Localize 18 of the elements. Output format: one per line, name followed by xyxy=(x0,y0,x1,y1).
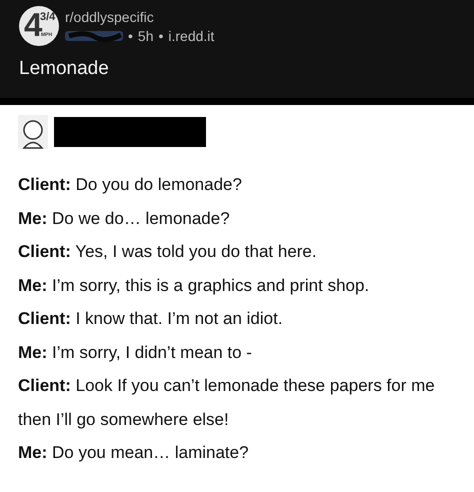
separator-dot: • xyxy=(158,28,164,44)
redaction-scribble xyxy=(65,28,123,42)
separator-dot: • xyxy=(128,28,133,44)
dialogue-line: Client: I know that. I’m not an idiot. xyxy=(18,308,284,330)
logo-fraction: 3/4 xyxy=(40,11,56,23)
avatar-icon xyxy=(18,115,48,149)
subreddit-name[interactable]: r/oddlyspecific xyxy=(65,8,214,24)
logo-number: 4 xyxy=(24,7,40,43)
dialogue-line: Client: Look If you can’t lemonade these papers for me then I’ll go somewhere else! xyxy=(18,375,436,430)
dialogue-line: Me: I’m sorry, this is a graphics and print shop. xyxy=(18,274,370,296)
dialogue-line: Client: Do you do lemonade? xyxy=(18,174,243,196)
post-age: 5h xyxy=(138,28,154,44)
post-title: Lemonade xyxy=(19,58,110,80)
dialogue-line: Me: Do we do… lemonade? xyxy=(18,208,231,230)
dialogue-line: Client: Yes, I was told you do that here. xyxy=(18,241,318,263)
post-domain[interactable]: i.redd.it xyxy=(168,28,214,44)
dialogue-line: Me: Do you mean… laminate? xyxy=(18,442,250,464)
dialogue-line: Me: I’m sorry, I didn’t mean to - xyxy=(18,342,253,364)
